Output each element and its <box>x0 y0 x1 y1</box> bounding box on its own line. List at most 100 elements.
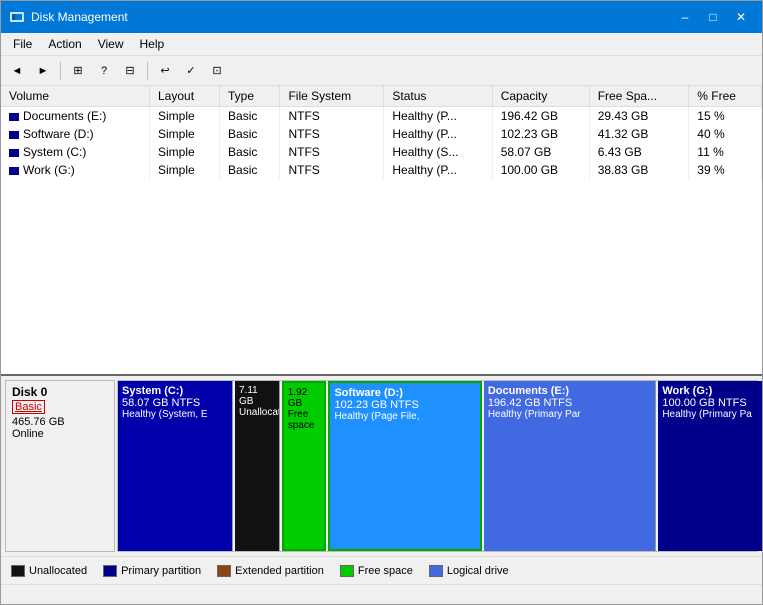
part-size: 102.23 GB NTFS <box>334 399 475 411</box>
table-row[interactable]: Work (G:) Simple Basic NTFS Healthy (P..… <box>1 161 762 179</box>
col-free: Free Spa... <box>589 86 689 107</box>
part-info: Healthy (Primary Par <box>488 409 652 420</box>
window-controls: – □ ✕ <box>672 7 754 27</box>
cell-capacity: 58.07 GB <box>492 143 589 161</box>
disk-section: Disk 0 Basic 465.76 GB Online System (C:… <box>1 376 762 556</box>
volume-table: Volume Layout Type File System Status Ca… <box>1 86 762 179</box>
menu-help[interactable]: Help <box>132 35 173 53</box>
maximize-button[interactable]: □ <box>700 7 726 27</box>
cell-free: 6.43 GB <box>589 143 689 161</box>
disk-label: Disk 0 Basic 465.76 GB Online <box>5 380 115 552</box>
col-pct: % Free <box>689 86 762 107</box>
disk-type: Basic <box>12 400 45 414</box>
col-filesystem: File System <box>280 86 384 107</box>
toolbar-forward[interactable]: ► <box>31 60 55 82</box>
col-volume: Volume <box>1 86 150 107</box>
part-info: Healthy (System, E <box>122 409 228 420</box>
cell-volume: System (C:) <box>1 143 150 161</box>
partition-unallocated[interactable]: 7.11 GBUnallocated <box>235 381 280 551</box>
cell-pct: 40 % <box>689 125 762 143</box>
volume-table-section: Volume Layout Type File System Status Ca… <box>1 86 762 376</box>
cell-status: Healthy (P... <box>384 125 492 143</box>
cell-free: 29.43 GB <box>589 107 689 126</box>
legend-item: Extended partition <box>217 565 324 577</box>
part-name: Software (D:) <box>334 387 475 399</box>
legend-color-box <box>217 565 231 577</box>
part-info: Healthy (Primary Pa <box>662 409 762 420</box>
toolbar-help[interactable]: ? <box>92 60 116 82</box>
close-button[interactable]: ✕ <box>728 7 754 27</box>
cell-pct: 11 % <box>689 143 762 161</box>
part-size: 1.92 GB <box>288 387 321 409</box>
cell-volume: Work (G:) <box>1 161 150 179</box>
part-info: Unallocated <box>239 407 275 418</box>
part-size: 7.11 GB <box>239 385 275 407</box>
legend-item: Primary partition <box>103 565 201 577</box>
menu-action[interactable]: Action <box>40 35 89 53</box>
legend-color-box <box>429 565 443 577</box>
partition-work-g[interactable]: Work (G:)100.00 GB NTFSHealthy (Primary … <box>658 381 762 551</box>
part-name: Work (G:) <box>662 385 762 397</box>
legend-color-box <box>11 565 25 577</box>
minimize-button[interactable]: – <box>672 7 698 27</box>
cell-layout: Simple <box>150 161 220 179</box>
disk-row: Disk 0 Basic 465.76 GB Online System (C:… <box>1 376 762 556</box>
title-bar: Disk Management – □ ✕ <box>1 1 762 33</box>
main-area: Volume Layout Type File System Status Ca… <box>1 86 762 584</box>
cell-capacity: 100.00 GB <box>492 161 589 179</box>
partition-software-d[interactable]: Software (D:)102.23 GB NTFSHealthy (Page… <box>328 381 481 551</box>
menu-view[interactable]: View <box>90 35 132 53</box>
cell-layout: Simple <box>150 107 220 126</box>
cell-fs: NTFS <box>280 107 384 126</box>
cell-fs: NTFS <box>280 125 384 143</box>
cell-pct: 39 % <box>689 161 762 179</box>
table-row[interactable]: System (C:) Simple Basic NTFS Healthy (S… <box>1 143 762 161</box>
partition-system-c[interactable]: System (C:)58.07 GB NTFSHealthy (System,… <box>118 381 233 551</box>
part-size: 100.00 GB NTFS <box>662 397 762 409</box>
part-info: Free space <box>288 409 321 431</box>
cell-type: Basic <box>220 107 280 126</box>
partition-free-space[interactable]: 1.92 GBFree space <box>282 381 327 551</box>
toolbar-back[interactable]: ◄ <box>5 60 29 82</box>
legend-item: Logical drive <box>429 565 509 577</box>
menu-file[interactable]: File <box>5 35 40 53</box>
table-row[interactable]: Documents (E:) Simple Basic NTFS Healthy… <box>1 107 762 126</box>
part-name: System (C:) <box>122 385 228 397</box>
cell-capacity: 102.23 GB <box>492 125 589 143</box>
status-bar <box>1 584 762 604</box>
legend-label: Logical drive <box>447 565 509 577</box>
cell-type: Basic <box>220 161 280 179</box>
legend-label: Unallocated <box>29 565 87 577</box>
legend-color-box <box>340 565 354 577</box>
legend-label: Free space <box>358 565 413 577</box>
disk-partitions: System (C:)58.07 GB NTFSHealthy (System,… <box>117 380 758 552</box>
cell-status: Healthy (S... <box>384 143 492 161</box>
part-info: Healthy (Page File, <box>334 411 475 422</box>
cell-volume: Software (D:) <box>1 125 150 143</box>
part-size: 196.42 GB NTFS <box>488 397 652 409</box>
menu-bar: File Action View Help <box>1 33 762 56</box>
part-name: Documents (E:) <box>488 385 652 397</box>
cell-pct: 15 % <box>689 107 762 126</box>
toolbar-undo[interactable]: ↩ <box>153 60 177 82</box>
col-layout: Layout <box>150 86 220 107</box>
cell-status: Healthy (P... <box>384 161 492 179</box>
toolbar-check[interactable]: ✓ <box>179 60 203 82</box>
toolbar-minus[interactable]: ⊟ <box>118 60 142 82</box>
cell-volume: Documents (E:) <box>1 107 150 126</box>
main-window: Disk Management – □ ✕ File Action View H… <box>0 0 763 605</box>
toolbar-grid[interactable]: ⊞ <box>66 60 90 82</box>
partition-documents-e[interactable]: Documents (E:)196.42 GB NTFSHealthy (Pri… <box>484 381 657 551</box>
legend-color-box <box>103 565 117 577</box>
cell-layout: Simple <box>150 125 220 143</box>
col-status: Status <box>384 86 492 107</box>
legend-label: Primary partition <box>121 565 201 577</box>
toolbar-grid2[interactable]: ⊡ <box>205 60 229 82</box>
cell-layout: Simple <box>150 143 220 161</box>
disk-size: 465.76 GB <box>12 416 108 428</box>
disk-status: Online <box>12 428 108 440</box>
table-row[interactable]: Software (D:) Simple Basic NTFS Healthy … <box>1 125 762 143</box>
legend-item: Unallocated <box>11 565 87 577</box>
cell-fs: NTFS <box>280 161 384 179</box>
cell-type: Basic <box>220 143 280 161</box>
